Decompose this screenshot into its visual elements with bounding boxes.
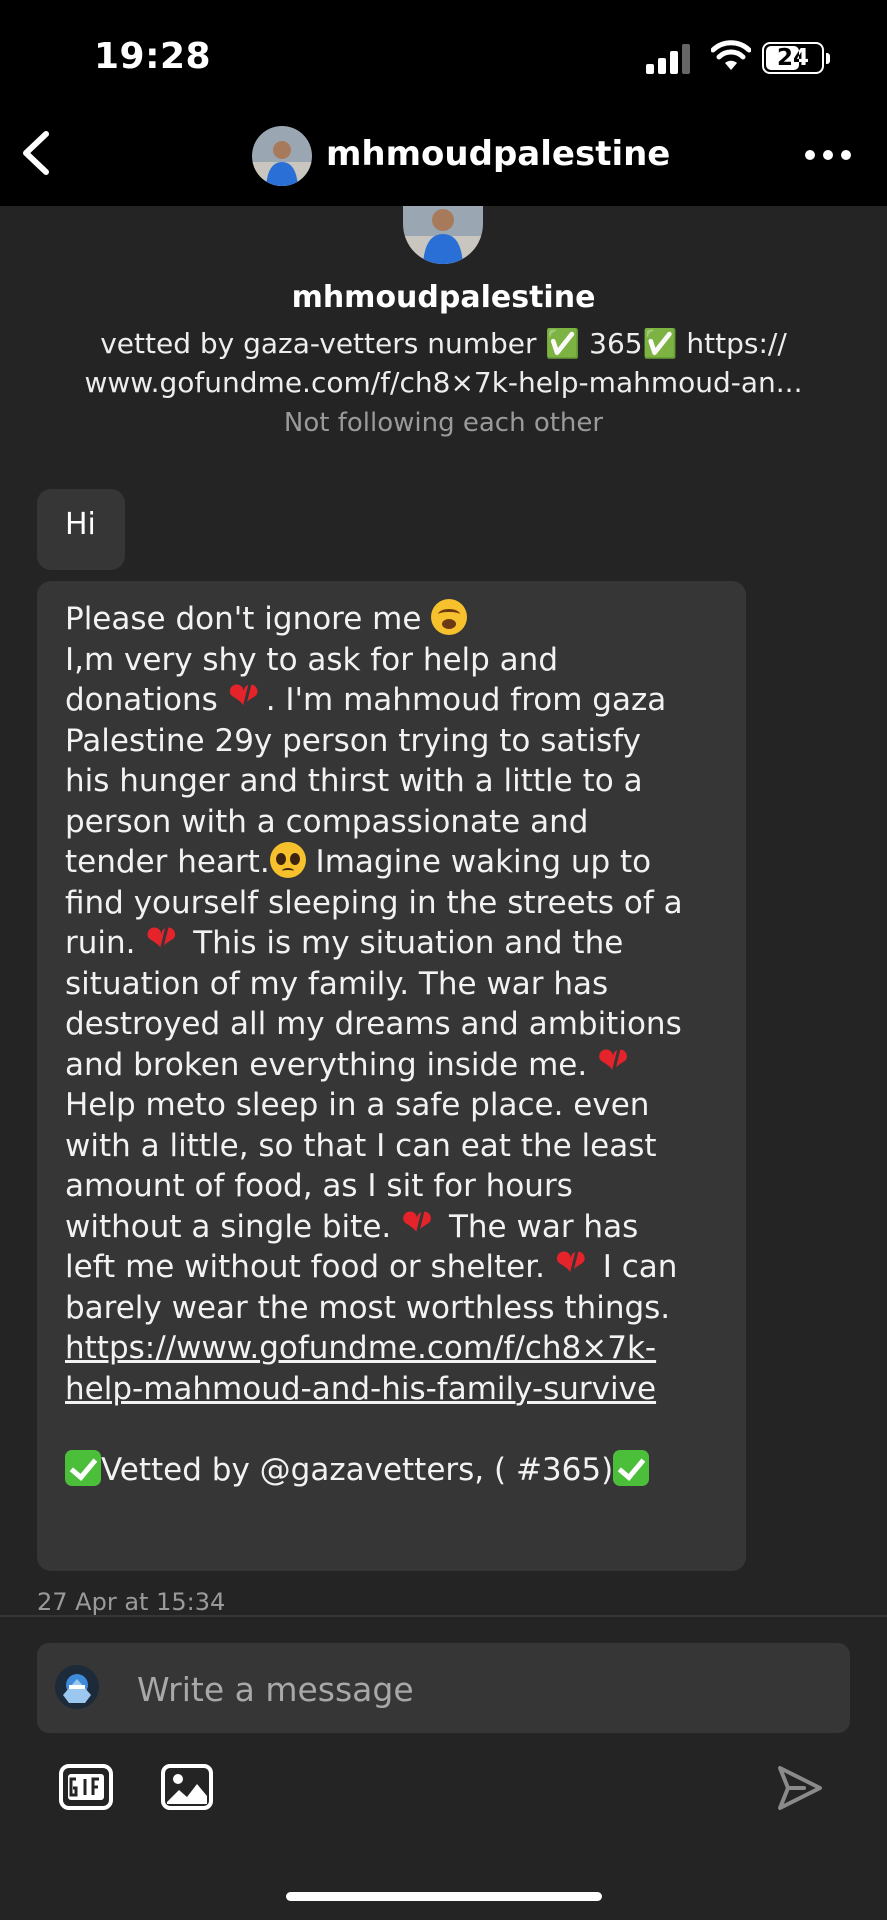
message-bubble[interactable]: Hi	[37, 489, 125, 570]
message-line: Please don't ignore me	[65, 601, 432, 637]
profile-avatar[interactable]	[403, 206, 483, 264]
message-line: left me without food or shelter.	[65, 1249, 555, 1285]
image-icon[interactable]	[161, 1764, 213, 1810]
message-input[interactable]	[135, 1643, 829, 1735]
battery-tip	[826, 53, 830, 64]
message-line: find yourself sleeping in the streets of…	[65, 884, 683, 921]
profile-bio-line[interactable]: www.gofundme.com/f/ch8×7k-help-mahmoud-a…	[40, 363, 847, 402]
broken-heart-icon	[555, 1243, 593, 1284]
check-mark-icon	[65, 1449, 101, 1486]
follow-status: Not following each other	[283, 408, 604, 438]
home-indicator[interactable]	[286, 1892, 602, 1901]
profile-bio-line: vetted by gaza-vetters number ✅ 365✅ htt…	[100, 327, 787, 360]
profile-bio: vetted by gaza-vetters number ✅ 365✅ htt…	[40, 324, 847, 402]
message-line: Vetted by @gazavetters, ( #365)	[101, 1451, 614, 1488]
message-text: Hi	[65, 507, 96, 542]
message-link[interactable]: help-mahmoud-and-his-family-survive	[65, 1371, 656, 1407]
crying-face-icon	[431, 599, 468, 635]
message-line: donations	[65, 682, 228, 718]
message-composer	[37, 1643, 850, 1735]
message-line: tender heart.	[65, 844, 270, 880]
message-line: without a single bite.	[65, 1208, 402, 1245]
message-line: his hunger and thirst with a little to a	[65, 763, 643, 799]
send-icon[interactable]	[774, 1762, 826, 1814]
status-time: 19:28	[94, 36, 212, 77]
check-mark-icon	[613, 1449, 650, 1486]
broken-heart-icon	[597, 1041, 635, 1082]
status-bar: 19:28 24	[0, 0, 887, 100]
profile-username[interactable]: mhmoudpalestine	[0, 280, 887, 315]
broken-heart-icon	[401, 1203, 439, 1244]
message-line: with a little, so that I can eat the lea…	[65, 1127, 657, 1164]
header-avatar[interactable]	[252, 126, 312, 186]
message-line: ruin.	[65, 925, 146, 961]
battery-icon: 24	[762, 42, 824, 74]
wifi-icon	[711, 40, 751, 70]
message-line: amount of food, as I sit for hours	[65, 1168, 573, 1204]
message-timestamp: 27 Apr at 15:34	[37, 1588, 226, 1616]
message-line: Palestine 29y person trying to satisfy	[65, 722, 642, 759]
message-text: Please don't ignore me I,m very shy to a…	[65, 599, 718, 1490]
back-icon[interactable]	[14, 128, 58, 178]
message-line: This is my situation and the	[183, 925, 624, 961]
message-line: The war has	[439, 1208, 639, 1245]
message-line: I,m very shy to ask for help and	[65, 641, 559, 678]
message-line: I can	[592, 1249, 678, 1285]
broken-heart-icon	[228, 676, 266, 717]
conversation-header: mhmoudpalestine	[0, 100, 887, 206]
message-line: person with a compassionate and	[65, 803, 589, 840]
message-line: and broken everything inside me.	[65, 1046, 598, 1083]
message-line: situation of my family. The war has	[65, 965, 609, 1002]
composer-divider	[0, 1615, 887, 1617]
message-line: destroyed all my dreams and ambitions	[65, 1006, 682, 1042]
cellular-signal-icon	[646, 42, 694, 74]
pleading-face-icon	[269, 842, 306, 878]
message-line: Imagine waking up to	[305, 844, 652, 880]
broken-heart-icon	[145, 919, 183, 960]
message-bubble[interactable]: Please don't ignore me I,m very shy to a…	[37, 581, 746, 1571]
own-avatar	[55, 1665, 99, 1709]
message-line: Help meto sleep in a safe place. even	[65, 1087, 650, 1123]
header-username[interactable]: mhmoudpalestine	[326, 134, 670, 174]
gif-icon[interactable]	[59, 1764, 113, 1810]
message-link[interactable]: https://www.gofundme.com/f/ch8×7k-	[65, 1330, 656, 1366]
message-line: . I'm mahmoud from gaza	[265, 682, 667, 718]
battery-level: 24	[776, 45, 809, 71]
message-line: barely wear the most worthless things.	[65, 1289, 671, 1326]
more-options-icon[interactable]	[800, 130, 856, 180]
